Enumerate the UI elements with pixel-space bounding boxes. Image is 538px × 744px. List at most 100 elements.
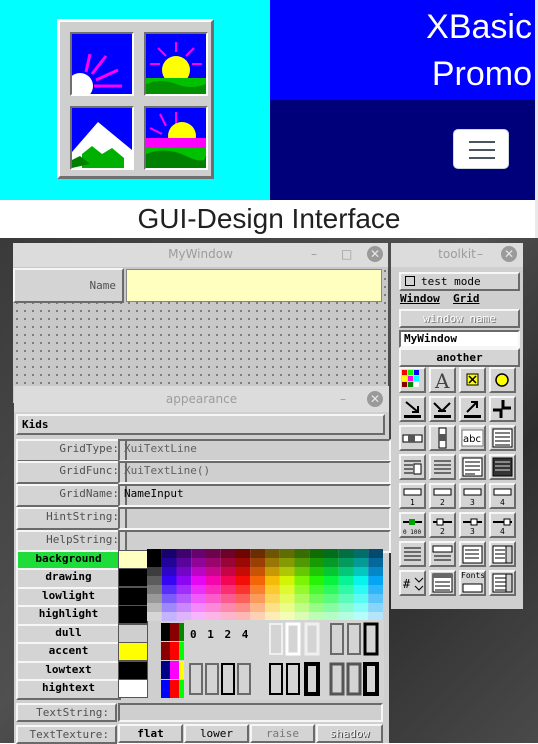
basic-color-swatch[interactable]	[161, 623, 170, 641]
palette-swatch[interactable]	[279, 576, 295, 585]
palette-swatch[interactable]	[338, 576, 354, 585]
palette-swatch[interactable]	[235, 567, 251, 576]
palette-swatch[interactable]	[235, 576, 251, 585]
name-input[interactable]	[126, 269, 382, 302]
palette-swatch[interactable]	[338, 603, 354, 612]
minimize-button[interactable]: –	[340, 391, 346, 407]
palette-swatch[interactable]	[161, 576, 177, 585]
toolkit-titlebar[interactable]: toolkit – ✕	[391, 243, 523, 267]
palette-swatch[interactable]	[324, 576, 339, 585]
palette-swatch[interactable]	[206, 594, 221, 603]
palette-swatch[interactable]	[206, 567, 221, 576]
palette-swatch[interactable]	[191, 558, 206, 567]
textstring-input[interactable]	[118, 703, 383, 722]
palette-swatch[interactable]	[353, 594, 369, 603]
palette-swatch[interactable]	[161, 585, 177, 594]
window-name-input[interactable]: MyWindow	[399, 330, 520, 348]
file-list-tool[interactable]	[429, 570, 456, 596]
palette-swatch[interactable]	[368, 549, 383, 558]
list-button-tool[interactable]	[399, 541, 426, 567]
palette-swatch[interactable]	[265, 558, 280, 567]
basic-color-swatch[interactable]	[170, 661, 179, 679]
radio-tool[interactable]	[489, 367, 516, 393]
palette-swatch[interactable]	[161, 567, 177, 576]
color-role-drawing[interactable]: drawing	[16, 568, 121, 589]
gridname-input[interactable]: NameInput	[118, 484, 391, 507]
palette-swatch[interactable]	[265, 576, 280, 585]
palette-swatch[interactable]	[338, 549, 354, 558]
gridfunc-value[interactable]: XuiTextLine()	[118, 461, 391, 484]
palette-swatch[interactable]	[176, 594, 192, 603]
palette-swatch[interactable]	[235, 603, 251, 612]
texture-lower-button[interactable]: lower	[184, 724, 249, 743]
color-list-tool[interactable]	[489, 570, 516, 596]
grid-menu[interactable]: Grid	[453, 292, 480, 305]
minimize-button[interactable]: –	[311, 246, 317, 262]
palette-swatch[interactable]	[191, 576, 206, 585]
palette-swatch[interactable]	[368, 603, 383, 612]
palette-swatch[interactable]	[309, 603, 324, 612]
basic-color-swatch[interactable]	[161, 642, 170, 660]
palette-swatch[interactable]	[147, 603, 162, 612]
palette-swatch[interactable]	[250, 594, 265, 603]
palette-swatch[interactable]	[338, 558, 354, 567]
palette-swatch[interactable]	[206, 558, 221, 567]
minimize-button[interactable]: –	[477, 246, 483, 262]
palette-swatch[interactable]	[279, 603, 295, 612]
color-palette-tool[interactable]	[399, 367, 426, 393]
palette-swatch[interactable]	[294, 576, 310, 585]
checkbox-tool[interactable]	[459, 367, 486, 393]
palette-swatch[interactable]	[220, 549, 236, 558]
combo-box-tool[interactable]	[429, 541, 456, 567]
palette-swatch[interactable]	[368, 567, 383, 576]
number-spin-tool[interactable]: #	[399, 570, 426, 596]
scale-4-tool[interactable]: 4	[489, 483, 516, 509]
text-tool[interactable]: A	[429, 367, 456, 393]
palette-swatch[interactable]	[294, 567, 310, 576]
text-area-tool[interactable]	[459, 454, 486, 480]
palette-swatch[interactable]	[309, 594, 324, 603]
palette-swatch[interactable]	[220, 603, 236, 612]
palette-swatch[interactable]	[353, 558, 369, 567]
mywindow-window[interactable]: MyWindow – □ ✕ Name	[13, 243, 388, 403]
maximize-button[interactable]: □	[341, 246, 352, 262]
palette-swatch[interactable]	[206, 576, 221, 585]
palette-swatch[interactable]	[294, 585, 310, 594]
palette-swatch[interactable]	[191, 567, 206, 576]
palette-swatch[interactable]	[220, 585, 236, 594]
window-menu[interactable]: Window	[400, 292, 440, 305]
close-button[interactable]: ✕	[367, 246, 383, 262]
close-button[interactable]: ✕	[501, 246, 517, 262]
palette-swatch[interactable]	[324, 558, 339, 567]
scale-1-tool[interactable]: 1	[399, 483, 426, 509]
palette-swatch[interactable]	[309, 576, 324, 585]
drop-list-tool[interactable]	[459, 541, 486, 567]
palette-swatch[interactable]	[250, 585, 265, 594]
palette-swatch[interactable]	[265, 603, 280, 612]
palette-swatch[interactable]	[176, 603, 192, 612]
palette-swatch[interactable]	[353, 585, 369, 594]
palette-swatch[interactable]	[338, 594, 354, 603]
palette-swatch[interactable]	[161, 594, 177, 603]
basic-color-swatch[interactable]	[170, 642, 179, 660]
palette-swatch[interactable]	[147, 567, 162, 576]
palette-swatch[interactable]	[279, 585, 295, 594]
dropdown-tool[interactable]	[429, 454, 456, 480]
palette-swatch[interactable]	[265, 594, 280, 603]
range-2-tool[interactable]: 2	[429, 512, 456, 538]
palette-swatch[interactable]	[191, 585, 206, 594]
palette-swatch[interactable]	[324, 603, 339, 612]
palette-swatch[interactable]	[147, 612, 162, 621]
basic-color-swatch[interactable]	[161, 661, 170, 679]
palette-swatch[interactable]	[176, 567, 192, 576]
basic-color-swatch[interactable]	[170, 623, 179, 641]
palette-swatch[interactable]	[309, 549, 324, 558]
close-button[interactable]: ✕	[367, 391, 383, 407]
palette-swatch[interactable]	[191, 549, 206, 558]
palette-swatch[interactable]	[147, 585, 162, 594]
range-1-tool[interactable]: 0 100	[399, 512, 426, 538]
palette-swatch[interactable]	[309, 585, 324, 594]
palette-swatch[interactable]	[294, 603, 310, 612]
scale-3-tool[interactable]: 3	[459, 483, 486, 509]
palette-swatch[interactable]	[294, 594, 310, 603]
